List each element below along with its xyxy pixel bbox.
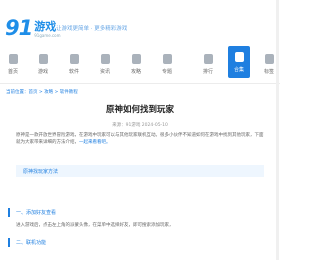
home-icon [8, 54, 18, 64]
nav-item-collections[interactable]: 合集 [228, 46, 250, 78]
section-marker [8, 208, 10, 217]
section-heading: 二、联机功能 [8, 236, 268, 249]
nav-item-label: 首页 [7, 69, 18, 75]
nav-item-home[interactable]: 首页 [2, 48, 24, 78]
gamepad-icon [38, 54, 48, 64]
section-marker [8, 238, 10, 247]
nav-item-label: 软件 [68, 69, 79, 75]
nav-item-label: 标签 [263, 69, 274, 75]
nav-item-label: 合集 [233, 67, 244, 73]
book-icon [131, 54, 141, 64]
intro-text: 原神是一款开放世界冒险游戏，在游戏中玩家可以与其他玩家联机互动。很多小伙伴不知道… [16, 133, 264, 145]
nav-item-label: 攻略 [130, 69, 141, 75]
rank-icon [203, 54, 213, 64]
breadcrumb[interactable]: 当前位置：首页 > 攻略 > 软件教程 [6, 89, 78, 95]
nav-item-label: 资讯 [99, 69, 110, 75]
nav-item-software[interactable]: 软件 [63, 48, 85, 78]
site-logo[interactable]: 91 游戏 91game.com [5, 14, 61, 40]
guide-label: 原神找玩家方法 [23, 169, 59, 175]
site-slogan: 让游戏更简单 · 更多精彩游戏 [56, 26, 128, 32]
grid-icon [162, 54, 172, 64]
section-heading: 一、添加好友查看 [8, 206, 268, 219]
article-intro: 原神是一款开放世界冒险游戏，在游戏中玩家可以与其他玩家联机互动。很多小伙伴不知道… [16, 132, 266, 146]
nav-item-label: 排行 [202, 69, 213, 75]
scrollbar[interactable] [276, 0, 279, 260]
app-icon [69, 54, 79, 64]
section-title: 二、联机功能 [16, 240, 47, 246]
nav-item-topics[interactable]: 专题 [156, 48, 178, 78]
logo-domain: 91game.com [34, 33, 61, 38]
nav-item-guides[interactable]: 攻略 [125, 48, 147, 78]
intro-link[interactable]: 一起来看看吧。 [79, 140, 111, 145]
folder-icon [234, 52, 244, 62]
section-title: 一、添加好友查看 [16, 210, 57, 216]
main-nav: 首页 游戏 软件 资讯 攻略 专题 排行 合集 标签 [0, 46, 280, 84]
nav-item-news[interactable]: 资讯 [94, 48, 116, 78]
article-title: 原神如何找到玩家 [105, 105, 174, 115]
section-paragraph: 进入游戏后，点击左上角的派蒙头像，在菜单中选择好友，即可搜索添加玩家， [16, 223, 174, 228]
guide-box[interactable]: 原神找玩家方法 [16, 165, 264, 177]
nav-item-games[interactable]: 游戏 [32, 48, 54, 78]
site-header: 91 游戏 91game.com 让游戏更简单 · 更多精彩游戏 [0, 0, 280, 44]
news-icon [100, 54, 110, 64]
logo-number: 91 [5, 16, 33, 40]
nav-item-label: 专题 [161, 69, 172, 75]
tag-icon [264, 54, 274, 64]
nav-item-label: 游戏 [37, 69, 48, 75]
article-meta: 来源：91游戏 2024-05-10 [112, 123, 168, 128]
nav-item-ranking[interactable]: 排行 [197, 48, 219, 78]
